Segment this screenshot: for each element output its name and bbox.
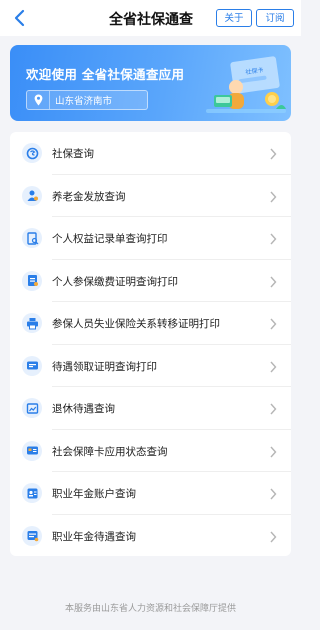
menu-item-annuity-account-query[interactable]: 职业年金账户查询 [10,472,291,515]
menu-item-payment-proof-print[interactable]: 个人参保缴费证明查询打印 [10,260,291,302]
banner-illustration: 社保卡 [206,56,286,113]
chevron-right-icon [270,233,277,245]
menu-item-label: 个人参保缴费证明查询打印 [52,275,178,288]
menu-item-label: 个人权益记录单查询打印 [52,233,168,245]
menu-item-unemployment-transfer-print[interactable]: 参保人员失业保险关系转移证明打印 [10,302,291,345]
chevron-right-icon [270,361,277,372]
record-search-icon [22,228,42,248]
menu-item-pension-query[interactable]: 养老金发放查询 [10,175,291,217]
payment-proof-icon [22,270,42,291]
back-button[interactable] [8,6,30,30]
page-title: 全省社保通查 [109,12,193,28]
menu-item-benefit-proof-print[interactable]: 待遇领取证明查询打印 [10,345,291,387]
retirement-card-icon [22,398,42,418]
location-pin-icon [27,91,50,109]
chevron-right-icon [270,403,277,415]
menu-card: 社保查询 养老金发放查询 个人权益记录单查询打印 个人参保缴费证明查询打印 参保… [10,132,291,556]
welcome-banner: 欢迎使用 全省社保通查应用 山东省济南市 社保卡 [10,45,291,121]
menu-item-social-security-query[interactable]: 社保查询 [10,132,291,175]
menu-item-label: 养老金发放查询 [52,190,126,203]
menu-item-label: 职业年金待遇查询 [52,530,136,543]
menu-item-retirement-benefit-query[interactable]: 退休待遇查询 [10,387,291,430]
location-selector[interactable]: 山东省济南市 [26,90,148,110]
footer-provider-text: 本服务由山东省人力资源和社会保障厅提供 [64,604,236,614]
chevron-right-icon [270,488,277,500]
menu-item-label: 社会保障卡应用状态查询 [52,445,168,458]
pension-person-icon [22,185,42,206]
social-security-logo-icon [22,143,42,163]
about-button[interactable]: 关于 [216,9,252,27]
chevron-right-icon [270,318,277,330]
chevron-right-icon [270,191,277,202]
chevron-right-icon [270,276,277,287]
menu-item-label: 退休待遇查询 [52,403,115,415]
ss-card-icon [22,440,42,461]
chevron-right-icon [270,148,277,160]
chevron-right-icon [270,531,277,542]
menu-item-label: 职业年金账户查询 [52,488,136,500]
location-text: 山东省济南市 [55,96,113,107]
banner-welcome-text: 欢迎使用 全省社保通查应用 [26,67,185,82]
certificate-icon [22,355,42,376]
annuity-account-icon [22,483,42,503]
menu-item-label: 待遇领取证明查询打印 [52,360,157,373]
printer-icon [22,313,42,333]
chevron-right-icon [270,446,277,457]
subscribe-button[interactable]: 订阅 [256,9,294,27]
menu-item-ss-card-status-query[interactable]: 社会保障卡应用状态查询 [10,430,291,472]
top-bar: 全省社保通查 关于 订阅 [0,0,301,36]
menu-item-rights-record-print[interactable]: 个人权益记录单查询打印 [10,217,291,260]
menu-item-label: 参保人员失业保险关系转移证明打印 [52,318,220,330]
menu-item-annuity-benefit-query[interactable]: 职业年金待遇查询 [10,515,291,558]
annuity-benefit-icon [22,525,42,546]
chevron-left-icon [14,9,25,27]
menu-item-label: 社保查询 [52,148,94,160]
